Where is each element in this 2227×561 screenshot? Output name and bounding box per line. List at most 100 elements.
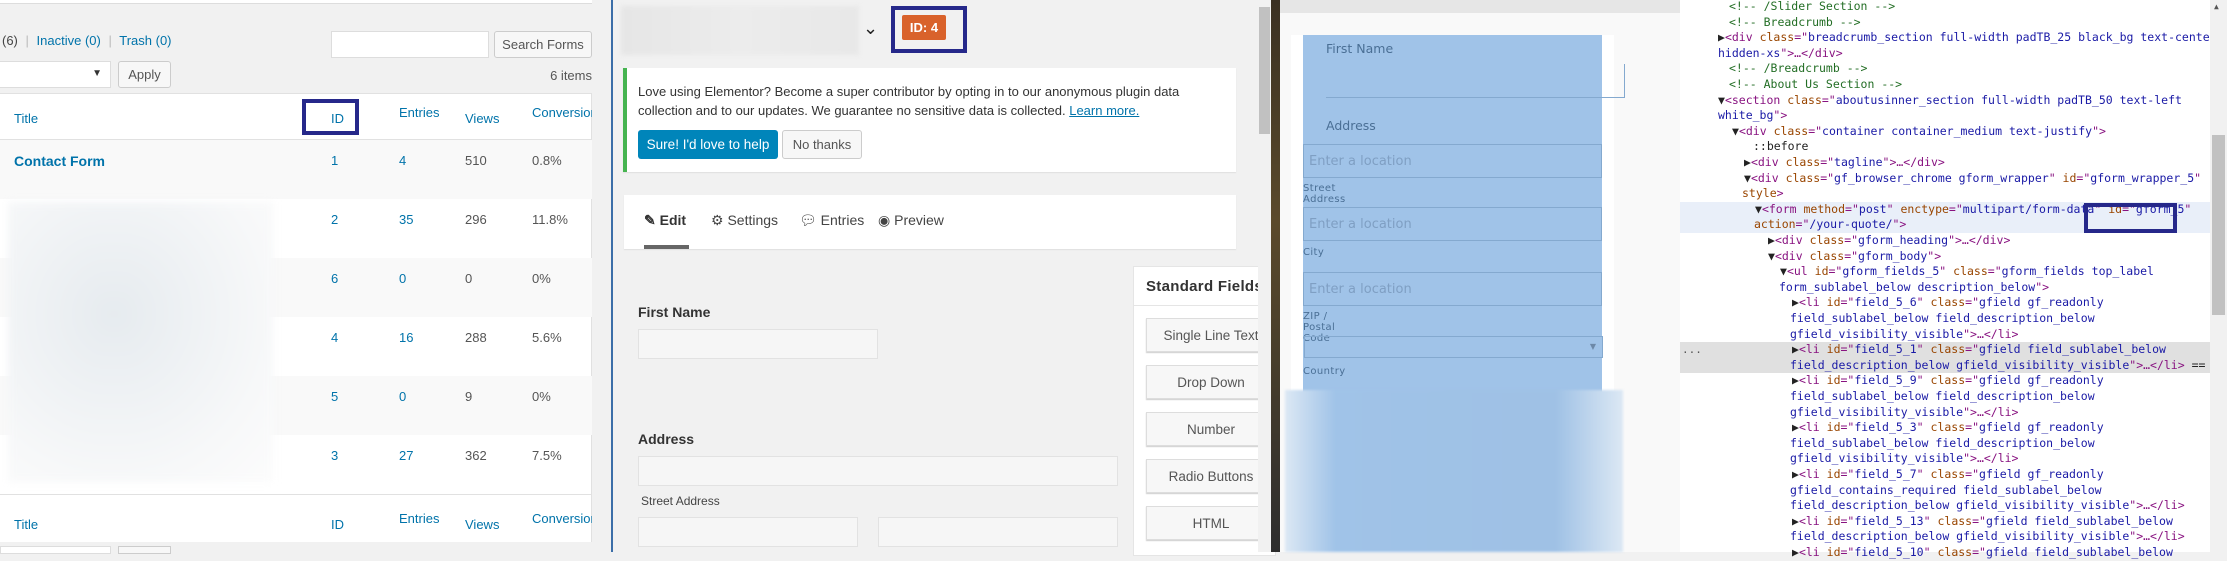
row-entries[interactable]: 27: [399, 448, 413, 463]
no-thanks-button[interactable]: No thanks: [782, 130, 862, 159]
add-field-button[interactable]: Number: [1146, 412, 1275, 446]
trash-link[interactable]: Trash (0): [119, 33, 171, 48]
dom-token: class: [1930, 373, 1966, 388]
devtools-scrollbar[interactable]: ▲: [2210, 0, 2227, 552]
dom-token: =": [1965, 342, 1980, 357]
bulk-actions-select[interactable]: ▼: [0, 61, 111, 88]
row-title[interactable]: Contact Form: [14, 153, 105, 169]
column-entries[interactable]: Entries: [399, 105, 439, 120]
dom-node-line[interactable]: ::before: [1680, 139, 2210, 155]
dom-node-line[interactable]: ▶<li id="field_5_10" class="gfield field…: [1680, 545, 2210, 561]
address-input[interactable]: [638, 456, 1118, 486]
dom-node-line[interactable]: <!-- About Us Section -->: [1680, 77, 2210, 93]
dom-node-line[interactable]: field_description_below gfield_visibilit…: [1680, 498, 2210, 514]
dom-node-line[interactable]: gfield_contains_required field_sublabel_…: [1680, 483, 2210, 499]
search-forms-button[interactable]: Search Forms: [494, 31, 592, 58]
row-entries[interactable]: 16: [399, 330, 413, 345]
dom-node-line[interactable]: gfield_visibility_visible">…</li>: [1680, 327, 2210, 343]
dom-node-line[interactable]: <!-- Breadcrumb -->: [1680, 15, 2210, 31]
apply-button[interactable]: Apply: [118, 61, 171, 88]
dom-node-line[interactable]: hidden-xs">…</div>: [1680, 46, 2210, 62]
row-entries[interactable]: 0: [399, 389, 406, 404]
column-conversion[interactable]: Conversion: [532, 511, 592, 526]
dom-token: =": [1840, 295, 1855, 310]
scrollbar[interactable]: [1258, 6, 1271, 552]
zip-location-input[interactable]: Enter a location: [1303, 272, 1602, 306]
dom-node-line[interactable]: ▶<div class="tagline">…</div>: [1680, 155, 2210, 171]
tab-entries[interactable]: 💬︎ Entries: [799, 212, 864, 229]
column-views[interactable]: Views: [465, 111, 499, 126]
dom-token: gform_body: [1858, 248, 1928, 263]
street-location-input[interactable]: Enter a location: [1303, 144, 1602, 178]
chevron-down-icon[interactable]: ⌄: [863, 18, 878, 39]
dom-node-line[interactable]: ▶<div class="gform_heading">…</div>: [1680, 233, 2210, 249]
bottom-apply-button[interactable]: [118, 546, 171, 554]
dom-node-line[interactable]: style>: [1680, 186, 2210, 202]
dom-node-line[interactable]: ▶<li id="field_5_9" class="gfield gf_rea…: [1680, 373, 2210, 389]
dom-token: gfield field_sublabel_below: [1985, 545, 2173, 559]
dom-node-line[interactable]: ▼<div class="gform_body">: [1680, 249, 2210, 265]
city-input[interactable]: [878, 517, 1118, 547]
dom-node-line[interactable]: ▶<li id="field_5_13" class="gfield field…: [1680, 514, 2210, 530]
dom-node-line[interactable]: ▶<li id="field_5_3" class="gfield gf_rea…: [1680, 420, 2210, 436]
learn-more-link[interactable]: Learn more.: [1069, 103, 1139, 118]
dom-token: class: [1930, 467, 1966, 481]
dom-token: gfield gf_readonly: [1979, 373, 2104, 388]
dom-node-line[interactable]: form_sublabel_below description_below">: [1680, 280, 2210, 296]
row-entries[interactable]: 4: [399, 153, 406, 168]
column-conversion[interactable]: Conversion: [532, 105, 592, 120]
opt-in-button[interactable]: Sure! I'd love to help: [638, 130, 778, 159]
dom-node-line[interactable]: ▶<li id="field_5_7" class="gfield gf_rea…: [1680, 467, 2210, 483]
dom-node-line[interactable]: <!-- /Slider Section -->: [1680, 0, 2210, 15]
scrollbar-thumb[interactable]: [1259, 7, 1270, 134]
dom-node-line[interactable]: field_description_below gfield_visibilit…: [1680, 529, 2210, 545]
dom-node-line[interactable]: gfield_visibility_visible">…</li>: [1680, 405, 2210, 421]
column-entries[interactable]: Entries: [399, 511, 439, 526]
dom-node-line[interactable]: ▶<li id="field_5_1" class="gfield field_…: [1680, 342, 2210, 358]
first-name-input[interactable]: [638, 329, 878, 359]
add-field-button[interactable]: Radio Buttons: [1146, 459, 1275, 493]
add-field-button[interactable]: Single Line Text: [1146, 318, 1275, 352]
dom-node-line[interactable]: <!-- /Breadcrumb -->: [1680, 61, 2210, 77]
tab-edit[interactable]: ✎ Edit: [644, 212, 686, 229]
scroll-up-icon[interactable]: ▲: [2214, 2, 2219, 11]
dom-node-line[interactable]: ▼<section class="aboutusinner_section fu…: [1680, 93, 2210, 109]
column-views[interactable]: Views: [465, 517, 499, 532]
tab-preview[interactable]: ◉ Preview: [878, 212, 944, 229]
row-entries[interactable]: 35: [399, 212, 413, 227]
highlight-box: [2084, 203, 2177, 233]
city-location-input[interactable]: Enter a location: [1303, 207, 1602, 241]
add-field-button[interactable]: Drop Down: [1146, 365, 1275, 399]
dom-token: =": [1972, 545, 1986, 559]
dom-node-line[interactable]: white_bg">: [1680, 108, 2210, 124]
more-options-icon[interactable]: ...: [1682, 343, 1702, 356]
dom-node-line[interactable]: field_sublabel_below field_description_b…: [1680, 311, 2210, 327]
dom-node-line[interactable]: gfield_visibility_visible">…</li>: [1680, 451, 2210, 467]
dom-node-line[interactable]: field_sublabel_below field_description_b…: [1680, 389, 2210, 405]
dom-node-line[interactable]: field_sublabel_below field_description_b…: [1680, 436, 2210, 452]
column-id[interactable]: ID: [331, 517, 344, 532]
search-input[interactable]: [331, 31, 489, 58]
row-id: 6: [331, 271, 339, 286]
row-entries[interactable]: 0: [399, 271, 406, 286]
dom-node-line[interactable]: ▼<div class="container container_medium …: [1680, 124, 2210, 140]
country-select[interactable]: ▼: [1304, 336, 1603, 358]
dom-token: <li: [1798, 373, 1827, 388]
standard-fields-title[interactable]: Standard Fields: [1146, 278, 1263, 295]
dom-node-line[interactable]: ▶<div class="breadcrumb_section full-wid…: [1680, 30, 2217, 46]
dom-node-line[interactable]: ▼<ul id="gform_fields_5" class="gform_fi…: [1680, 264, 2210, 280]
scrollbar-thumb[interactable]: [2212, 135, 2225, 315]
add-field-button[interactable]: HTML: [1146, 506, 1275, 540]
dom-node-line[interactable]: ▼<div class="gf_browser_chrome gform_wra…: [1680, 171, 2210, 187]
column-title[interactable]: Title: [14, 111, 38, 126]
dom-token: enctype: [1900, 201, 1949, 216]
address-line2-input[interactable]: [638, 517, 858, 547]
tab-settings[interactable]: ⚙ Settings: [711, 212, 778, 229]
dom-node-line[interactable]: field_description_below gfield_visibilit…: [1680, 357, 2226, 374]
inactive-link[interactable]: Inactive (0): [37, 33, 101, 48]
preview-first-name-input[interactable]: [1326, 64, 1625, 98]
column-title[interactable]: Title: [14, 517, 38, 532]
dom-token: ": [1939, 264, 1954, 279]
bottom-select[interactable]: [0, 546, 111, 554]
dom-node-line[interactable]: ▶<li id="field_5_6" class="gfield gf_rea…: [1680, 295, 2210, 311]
